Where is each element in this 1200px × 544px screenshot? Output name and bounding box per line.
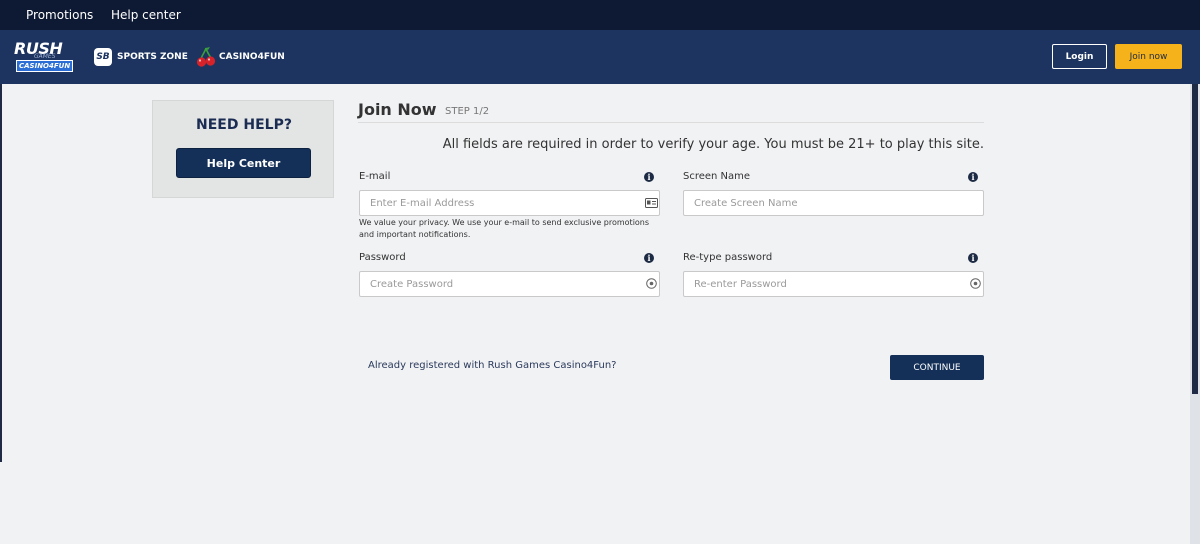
casino4fun-link[interactable]: CASINO4FUN [196,46,285,68]
already-registered-link[interactable]: Already registered with Rush Games Casin… [368,360,616,371]
left-edge-bar [0,84,2,462]
login-button[interactable]: Login [1052,44,1107,69]
id-card-icon [645,198,658,208]
sports-zone-icon: SB [94,48,112,66]
cherry-icon [196,47,216,67]
continue-button[interactable]: CONTINUE [890,355,984,380]
retype-password-field[interactable] [683,271,984,297]
casino4fun-label: CASINO4FUN [219,52,285,62]
sports-zone-link[interactable]: SB SPORTS ZONE [94,46,188,68]
logo-casino4fun-text: CASINO4FUN [16,60,74,72]
need-help-card: NEED HELP? Help Center [152,100,334,198]
password-field[interactable] [359,271,660,297]
screen-name-info-icon[interactable]: i [968,172,978,182]
email-label: E-mail [359,171,391,182]
password-info-icon[interactable]: i [644,253,654,263]
email-privacy-note: We value your privacy. We use your e-mai… [359,218,650,239]
password-label: Password [359,252,406,263]
scrollbar-thumb[interactable] [1192,84,1198,394]
help-center-button[interactable]: Help Center [176,148,311,178]
nav-help-center-link[interactable]: Help center [111,8,181,22]
screen-name-field[interactable] [683,190,984,216]
title-divider [358,122,984,123]
join-now-title: Join Now [358,100,437,119]
requirements-notice: All fields are required in order to veri… [442,137,984,152]
eye-icon[interactable] [970,278,981,289]
retype-password-info-icon[interactable]: i [968,253,978,263]
email-info-icon[interactable]: i [644,172,654,182]
join-now-button[interactable]: Join now [1115,44,1182,69]
screen-name-label: Screen Name [683,171,751,182]
logo-games-text: GAMES [34,53,56,60]
scrollbar[interactable] [1190,84,1200,544]
top-nav: Promotions Help center [0,0,1200,30]
email-field[interactable] [359,190,660,216]
sports-zone-label: SPORTS ZONE [117,52,188,62]
retype-password-label: Re-type password [683,252,773,263]
eye-icon[interactable] [646,278,657,289]
rush-games-logo[interactable]: RUSH GAMES CASINO4FUN [12,39,76,73]
nav-promotions-link[interactable]: Promotions [26,8,93,22]
site-header: RUSH GAMES CASINO4FUN SB SPORTS ZONE CAS… [0,30,1200,84]
need-help-title: NEED HELP? [196,117,292,133]
step-indicator: STEP 1/2 [445,106,490,117]
